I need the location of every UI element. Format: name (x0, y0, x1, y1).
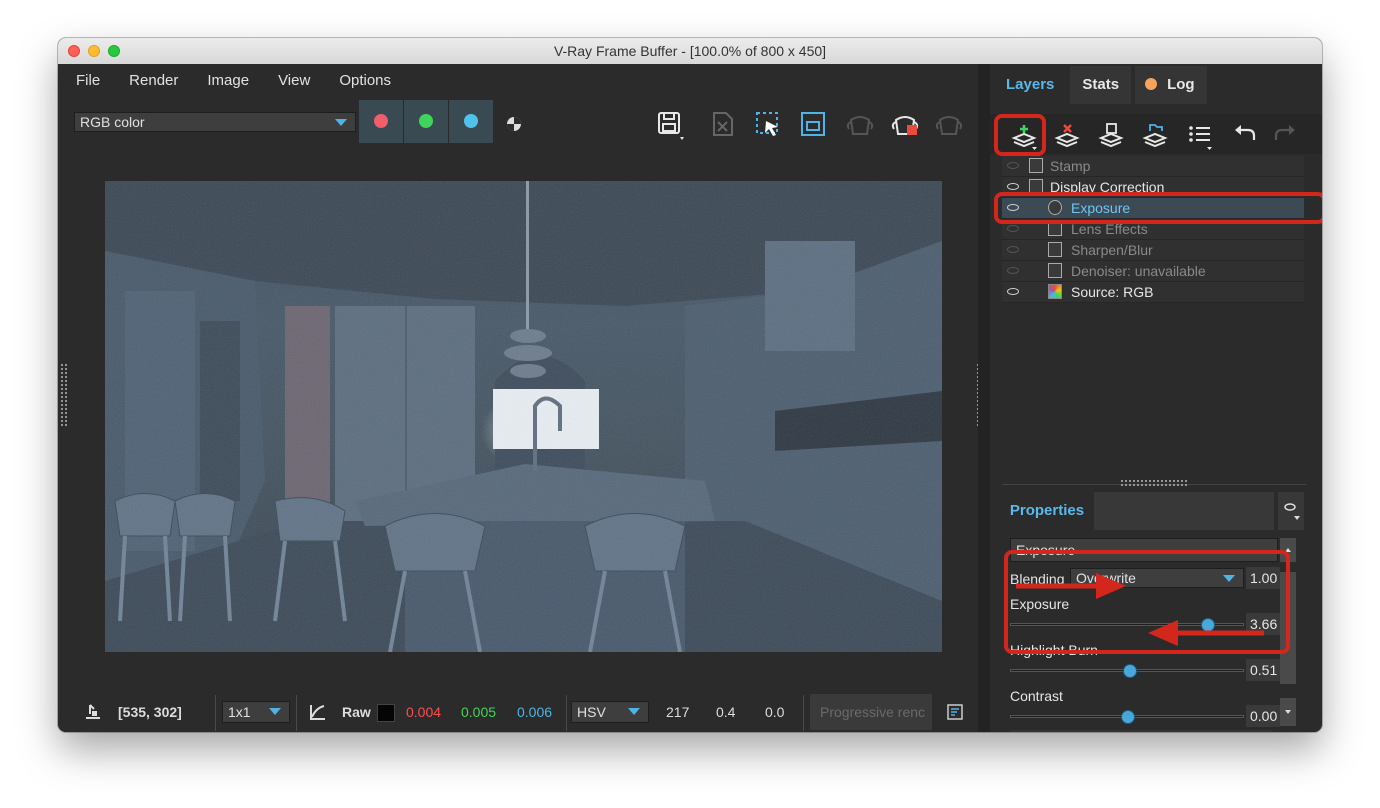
annotation-arrows (1016, 573, 1264, 646)
